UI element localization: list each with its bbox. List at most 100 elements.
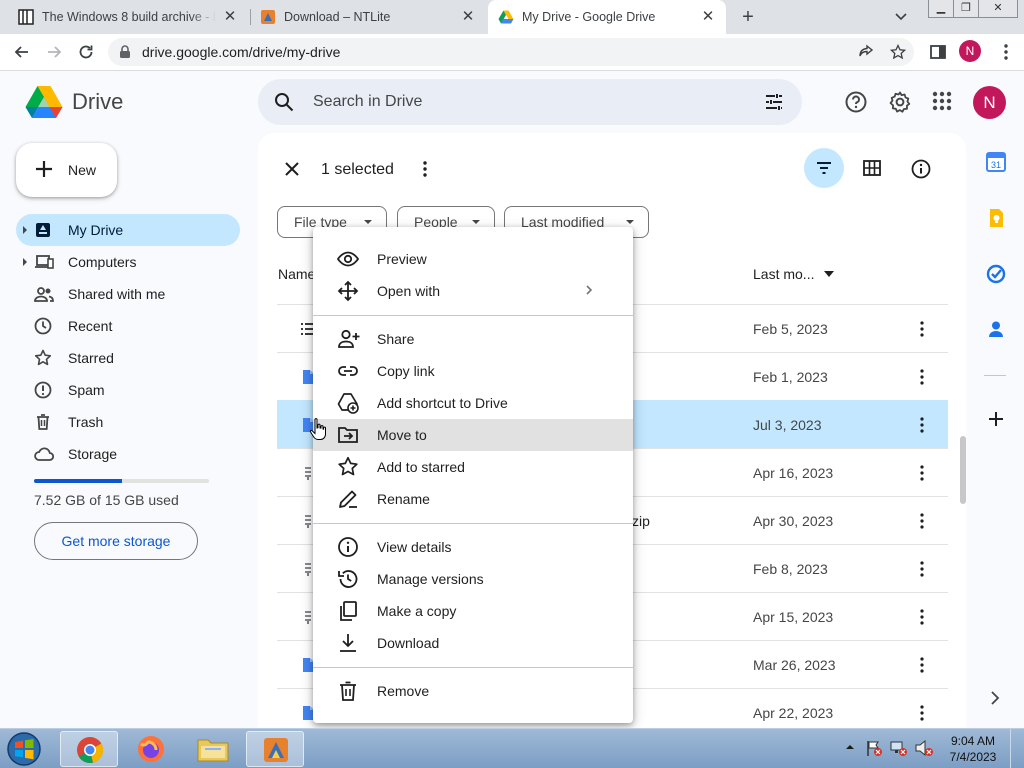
row-more-actions-icon[interactable] [913,416,931,434]
browser-tab-strip: The Windows 8 build archive - bu ✕ Downl… [0,0,1024,34]
calendar-icon[interactable]: 31 [986,152,1006,172]
tab-search-icon[interactable] [894,9,908,23]
back-icon[interactable] [12,42,32,62]
sidebar-item-storage[interactable]: Storage [16,438,240,470]
taskbar-chrome[interactable] [60,731,118,767]
sidebar-item-trash[interactable]: Trash [16,406,240,438]
sidebar-item-shared-with-me[interactable]: Shared with me [16,278,240,310]
bookmark-star-icon[interactable] [890,44,906,60]
browser-tab-windows8-archive[interactable]: The Windows 8 build archive - bu ✕ [8,0,248,34]
tasks-icon[interactable] [986,264,1006,284]
taskbar-clock[interactable]: 9:04 AM 7/4/2023 [944,733,1002,765]
keep-icon[interactable] [986,208,1006,228]
sidebar-item-recent[interactable]: Recent [16,310,240,342]
close-window-button[interactable]: ✕ [978,0,1018,18]
chevron-right-icon[interactable] [988,690,1002,706]
settings-gear-icon[interactable] [889,91,911,113]
maximize-button[interactable]: ❐ [953,0,979,18]
address-bar[interactable]: drive.google.com/drive/my-drive [108,38,914,66]
menu-item-add-to-starred[interactable]: Add to starred [313,451,633,483]
close-tab-icon[interactable]: ✕ [700,9,716,25]
reload-icon[interactable] [76,42,96,62]
row-more-actions-icon[interactable] [913,320,931,338]
network-icon[interactable] [890,739,908,757]
sidebar-item-my-drive[interactable]: My Drive [16,214,240,246]
sort-descending-icon[interactable] [824,271,834,277]
menu-item-manage-versions[interactable]: Manage versions [313,563,633,595]
close-tab-icon[interactable]: ✕ [460,9,476,25]
row-more-actions-icon[interactable] [913,704,931,722]
menu-item-share[interactable]: Share [313,323,633,355]
column-header-name[interactable]: Name [278,266,315,282]
row-more-actions-icon[interactable] [913,464,931,482]
list-view-button[interactable] [804,148,844,188]
add-icon[interactable] [986,409,1006,429]
sidebar-item-spam[interactable]: Spam [16,374,240,406]
start-button-icon[interactable] [4,731,44,767]
search-input[interactable]: Search in Drive [313,93,422,111]
search-icon[interactable] [274,92,294,112]
scrollbar-thumb[interactable] [960,436,966,504]
selection-more-actions-icon[interactable] [416,160,434,178]
minimize-button[interactable]: ▁ [928,0,954,18]
menu-item-preview[interactable]: Preview [313,243,633,275]
dropdown-arrow-icon [626,220,634,224]
row-more-actions-icon[interactable] [913,560,931,578]
dropdown-arrow-icon [472,220,480,224]
menu-item-label: Copy link [377,363,435,379]
contacts-icon[interactable] [986,319,1006,339]
menu-item-move-to[interactable]: Move to [313,419,633,451]
drive-search-bar[interactable]: Search in Drive [258,79,802,125]
new-tab-button[interactable]: + [736,6,760,28]
row-more-actions-icon[interactable] [913,512,931,530]
taskbar-ntlite[interactable] [246,731,304,767]
volume-muted-icon[interactable] [914,739,934,757]
row-more-actions-icon[interactable] [913,656,931,674]
grid-view-icon[interactable] [863,160,881,176]
menu-item-view-details[interactable]: View details [313,531,633,563]
sidebar-item-label: Computers [68,254,137,270]
expand-caret-icon[interactable] [23,226,27,234]
taskbar-firefox[interactable] [122,731,180,767]
browser-tab-ntlite[interactable]: Download – NTLite ✕ [250,0,486,34]
menu-item-make-a-copy[interactable]: Make a copy [313,595,633,627]
google-apps-icon[interactable] [932,91,952,111]
browser-tab-google-drive[interactable]: My Drive - Google Drive ✕ [488,0,726,34]
drive-logo-icon[interactable] [25,85,63,119]
account-avatar[interactable]: N [973,86,1006,119]
browser-profile-avatar[interactable]: N [959,40,981,62]
new-button[interactable]: New [16,143,117,197]
menu-item-rename[interactable]: Rename [313,483,633,515]
menu-item-add-shortcut[interactable]: Add shortcut to Drive [313,387,633,419]
storage-usage-fill [34,479,122,483]
side-panel-icon[interactable] [928,42,948,62]
drive-title[interactable]: Drive [72,89,123,115]
browser-menu-icon[interactable] [996,42,1016,62]
taskbar-explorer[interactable] [184,731,242,767]
chrome-icon [77,737,104,764]
forward-icon[interactable] [44,42,64,62]
share-page-icon[interactable] [858,44,874,60]
menu-item-open-with[interactable]: Open with [313,275,633,307]
get-more-storage-button[interactable]: Get more storage [34,522,198,560]
menu-item-copy-link[interactable]: Copy link [313,355,633,387]
sidebar-item-computers[interactable]: Computers [16,246,240,278]
menu-item-remove[interactable]: Remove [313,675,633,707]
search-options-icon[interactable] [764,92,784,112]
clear-selection-icon[interactable] [284,161,300,177]
row-more-actions-icon[interactable] [913,368,931,386]
help-icon[interactable] [845,91,867,113]
action-center-flag-icon[interactable] [865,739,883,757]
lock-icon[interactable] [119,45,131,59]
show-desktop-button[interactable] [1010,729,1024,768]
column-header-last-modified[interactable]: Last mo... [753,266,814,282]
row-more-actions-icon[interactable] [913,608,931,626]
sidebar-item-starred[interactable]: Starred [16,342,240,374]
details-info-icon[interactable] [911,159,931,179]
menu-item-download[interactable]: Download [313,627,633,659]
show-hidden-icons-icon[interactable] [845,741,855,753]
drive-shortcut-icon [337,393,359,414]
expand-caret-icon[interactable] [23,258,27,266]
filter-list-icon [817,162,831,174]
close-tab-icon[interactable]: ✕ [222,9,238,25]
